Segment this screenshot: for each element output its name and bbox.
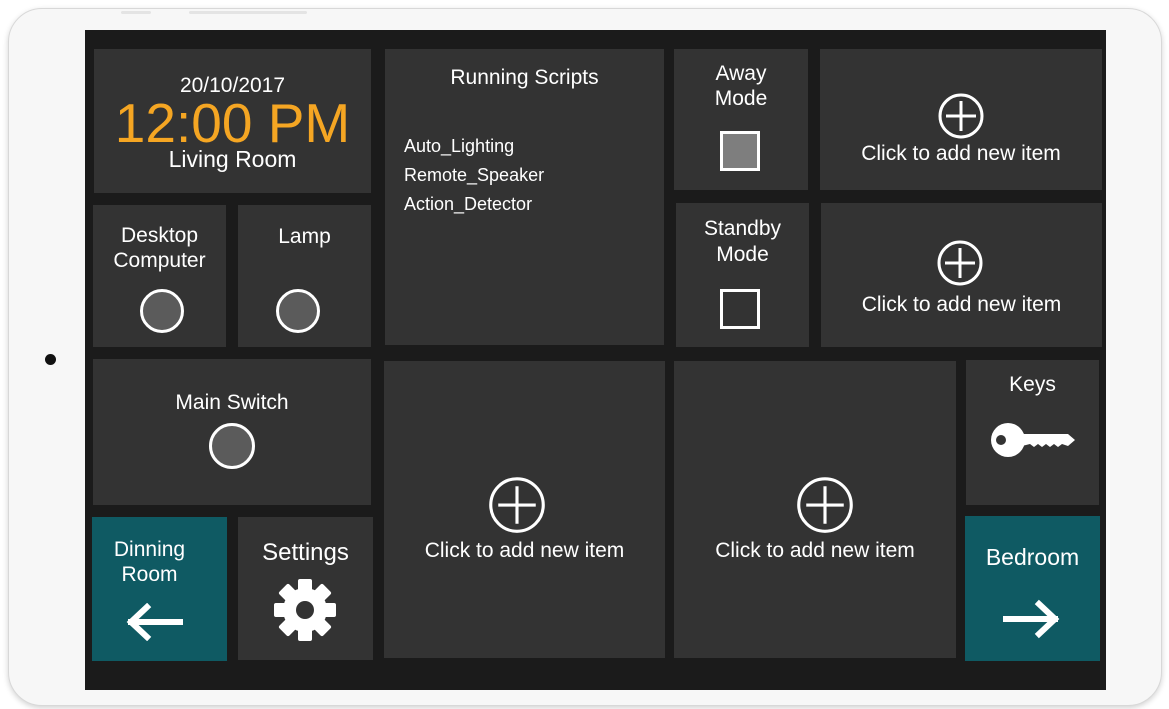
add-item-label: Click to add new item xyxy=(861,293,1062,316)
away-mode-label-line2: Mode xyxy=(714,87,768,110)
add-item-tile[interactable]: Click to add new item xyxy=(384,361,665,658)
running-scripts-title: Running Scripts xyxy=(450,66,599,89)
add-item-label: Click to add new item xyxy=(715,539,915,562)
plus-circle-icon xyxy=(937,240,983,286)
standby-mode-toggle[interactable] xyxy=(720,289,760,329)
key-icon xyxy=(991,423,1075,457)
nav-dinning-room-button[interactable]: Dinning Room xyxy=(92,517,227,661)
plus-circle-icon xyxy=(938,93,984,139)
clock-tile: 20/10/2017 12:00 PM Living Room xyxy=(94,49,371,193)
script-item[interactable]: Auto_Lighting xyxy=(404,132,544,161)
plus-circle-icon xyxy=(489,477,545,533)
clock-room: Living Room xyxy=(168,146,297,172)
plus-circle-icon xyxy=(797,477,853,533)
nav-bedroom-button[interactable]: Bedroom xyxy=(965,516,1100,661)
add-item-tile[interactable]: Click to add new item xyxy=(820,49,1102,190)
keys-label: Keys xyxy=(1009,373,1056,396)
main-switch-label: Main Switch xyxy=(175,391,289,414)
away-mode-toggle[interactable] xyxy=(720,131,760,171)
standby-mode-label-line1: Standby xyxy=(703,217,782,240)
add-item-tile[interactable]: Click to add new item xyxy=(674,361,956,658)
nav-right-label: Bedroom xyxy=(985,544,1080,570)
camera-icon xyxy=(45,354,56,365)
keys-tile[interactable]: Keys xyxy=(966,360,1099,505)
standby-mode-label-line2: Mode xyxy=(716,243,769,266)
desktop-label-line2: Computer xyxy=(113,249,206,272)
standby-mode-tile[interactable]: Standby Mode xyxy=(676,203,809,347)
arrow-right-icon xyxy=(1003,599,1060,639)
tablet-button xyxy=(189,11,307,14)
desktop-power-button[interactable] xyxy=(140,289,184,333)
add-item-label: Click to add new item xyxy=(424,539,625,562)
lamp-tile: Lamp xyxy=(238,205,371,347)
tablet-button xyxy=(121,11,151,14)
arrow-left-icon xyxy=(126,603,183,641)
away-mode-label-line1: Away xyxy=(715,62,767,85)
main-switch-button[interactable] xyxy=(209,423,255,469)
gear-icon xyxy=(274,579,336,641)
settings-label: Settings xyxy=(262,539,349,566)
nav-left-label-line2: Room xyxy=(121,563,178,586)
away-mode-tile[interactable]: Away Mode xyxy=(674,49,808,190)
desktop-computer-tile: Desktop Computer xyxy=(93,205,226,347)
lamp-power-button[interactable] xyxy=(276,289,320,333)
script-item[interactable]: Action_Detector xyxy=(404,190,544,219)
running-scripts-tile: Running Scripts Auto_Lighting Remote_Spe… xyxy=(385,49,664,345)
desktop-label-line1: Desktop xyxy=(120,224,199,247)
add-item-label: Click to add new item xyxy=(861,142,1061,165)
main-switch-tile: Main Switch xyxy=(93,359,371,505)
nav-left-label-line1: Dinning xyxy=(113,538,186,561)
dashboard-screen: 20/10/2017 12:00 PM Living Room Running … xyxy=(85,30,1106,690)
settings-button[interactable]: Settings xyxy=(238,517,373,660)
add-item-tile[interactable]: Click to add new item xyxy=(821,203,1102,347)
clock-time: 12:00 PM xyxy=(114,92,351,154)
running-scripts-list: Auto_Lighting Remote_Speaker Action_Dete… xyxy=(404,132,544,219)
script-item[interactable]: Remote_Speaker xyxy=(404,161,544,190)
lamp-label: Lamp xyxy=(278,225,331,248)
